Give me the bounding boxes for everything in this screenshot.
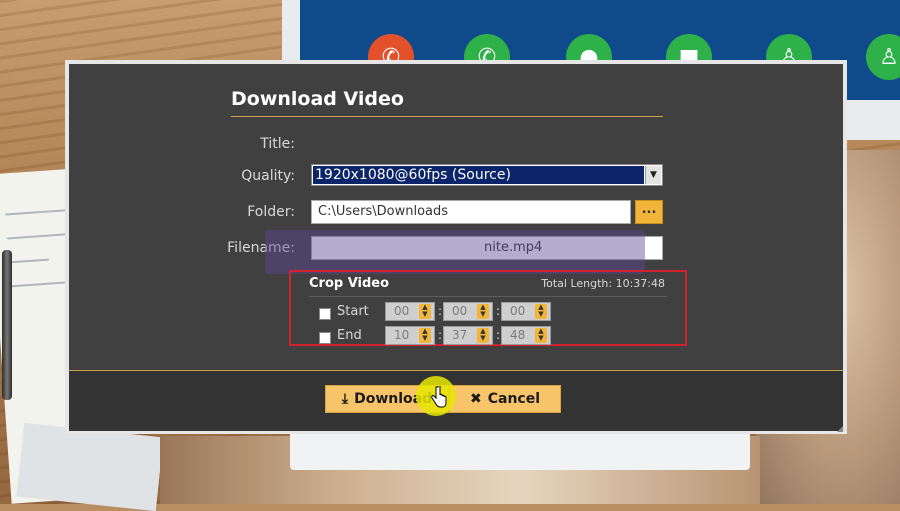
end-hours-spinner[interactable]: 10 ▲ ▼ bbox=[385, 326, 435, 345]
person-add-icon: ♙ bbox=[866, 34, 900, 80]
keyboard bbox=[290, 430, 750, 470]
end-minutes-spinner[interactable]: 37 ▲ ▼ bbox=[443, 326, 493, 345]
spinner-arrows-icon[interactable]: ▲ ▼ bbox=[419, 328, 431, 343]
start-checkbox[interactable] bbox=[319, 308, 331, 320]
start-hours-value: 00 bbox=[394, 304, 410, 318]
spinner-arrows-icon[interactable]: ▲ ▼ bbox=[477, 304, 489, 319]
end-minutes-value: 37 bbox=[452, 328, 468, 342]
spinner-arrows-icon[interactable]: ▲ ▼ bbox=[535, 304, 547, 319]
crop-divider bbox=[309, 296, 667, 297]
quality-select[interactable]: 1920x1080@60fps (Source) ▼ bbox=[311, 164, 663, 186]
cancel-button-label: Cancel bbox=[487, 391, 540, 407]
crop-video-section: Crop Video Total Length: 10:37:48 Start … bbox=[289, 270, 687, 346]
start-minutes-spinner[interactable]: 00 ▲ ▼ bbox=[443, 302, 493, 321]
notebook bbox=[16, 422, 164, 511]
start-label: Start bbox=[337, 304, 369, 319]
close-icon: ✖ bbox=[469, 391, 482, 407]
start-seconds-value: 00 bbox=[510, 304, 526, 318]
download-icon: ⤓ bbox=[341, 391, 349, 407]
spinner-arrows-icon[interactable]: ▲ ▼ bbox=[535, 328, 547, 343]
watermark-overlay bbox=[265, 230, 645, 274]
time-separator: : bbox=[438, 328, 443, 342]
quality-selected-value: 1920x1080@60fps (Source) bbox=[313, 166, 644, 184]
pen bbox=[2, 250, 12, 400]
dialog-footer: ⤓ Download ✖ Cancel bbox=[69, 370, 843, 431]
start-minutes-value: 00 bbox=[452, 304, 468, 318]
end-label: End bbox=[337, 328, 362, 343]
dropdown-arrow-icon[interactable]: ▼ bbox=[645, 166, 661, 184]
download-video-dialog: Download Video Title: Quality: 1920x1080… bbox=[65, 60, 847, 434]
dialog-title: Download Video bbox=[231, 88, 663, 117]
time-separator: : bbox=[438, 304, 443, 318]
title-label: Title: bbox=[260, 136, 295, 152]
browse-folder-button[interactable]: ... bbox=[635, 200, 663, 224]
folder-label: Folder: bbox=[247, 204, 295, 220]
start-hours-spinner[interactable]: 00 ▲ ▼ bbox=[385, 302, 435, 321]
end-seconds-value: 48 bbox=[510, 328, 526, 342]
quality-label: Quality: bbox=[241, 168, 295, 184]
time-separator: : bbox=[496, 328, 501, 342]
crop-video-title: Crop Video bbox=[309, 276, 390, 291]
spinner-arrows-icon[interactable]: ▲ ▼ bbox=[419, 304, 431, 319]
cancel-button[interactable]: ✖ Cancel bbox=[449, 385, 561, 413]
time-separator: : bbox=[496, 304, 501, 318]
total-length: Total Length: 10:37:48 bbox=[541, 277, 665, 290]
spinner-arrows-icon[interactable]: ▲ ▼ bbox=[477, 328, 489, 343]
start-seconds-spinner[interactable]: 00 ▲ ▼ bbox=[501, 302, 551, 321]
hand-cursor-icon bbox=[431, 386, 447, 408]
resize-grip-icon[interactable]: ◢ bbox=[837, 424, 845, 433]
end-hours-value: 10 bbox=[394, 328, 410, 342]
folder-input[interactable]: C:\Users\Downloads bbox=[311, 200, 631, 224]
dialog-panel: Download Video Title: Quality: 1920x1080… bbox=[69, 64, 843, 370]
end-seconds-spinner[interactable]: 48 ▲ ▼ bbox=[501, 326, 551, 345]
end-checkbox[interactable] bbox=[319, 332, 331, 344]
